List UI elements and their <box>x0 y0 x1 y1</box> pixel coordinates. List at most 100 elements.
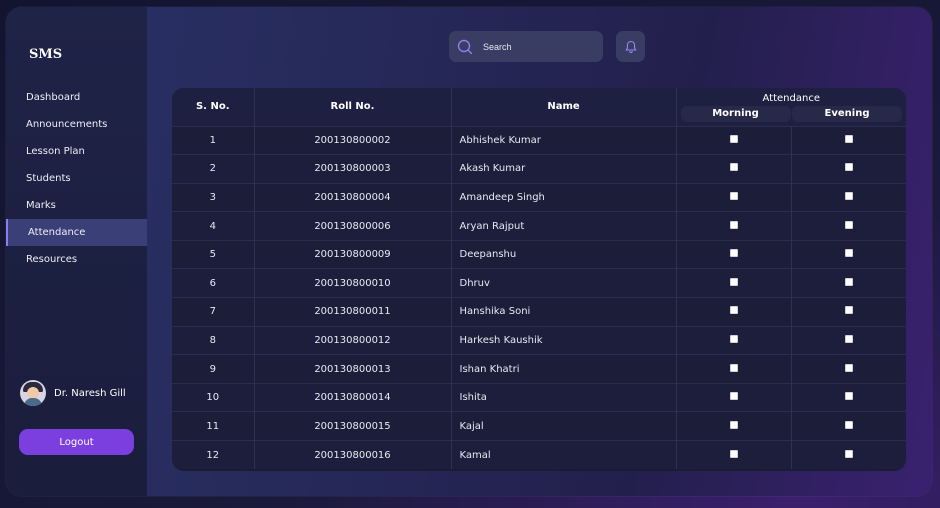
cell-roll: 200130800015 <box>254 411 452 441</box>
evening-checkbox[interactable] <box>844 220 853 229</box>
evening-checkbox[interactable] <box>844 163 853 172</box>
evening-checkbox[interactable] <box>844 449 853 458</box>
evening-checkbox[interactable] <box>844 134 853 143</box>
evening-checkbox[interactable] <box>844 191 853 200</box>
cell-morning <box>676 440 792 470</box>
morning-checkbox[interactable] <box>729 363 738 372</box>
cell-roll: 200130800012 <box>254 325 452 355</box>
header-attendance: Attendance Morning Evening <box>676 88 906 126</box>
evening-checkbox[interactable] <box>844 277 853 286</box>
table-row: 11 200130800015 Kajal <box>172 411 906 441</box>
user-profile[interactable]: Dr. Naresh Gill <box>20 380 126 406</box>
cell-evening <box>791 239 906 269</box>
cell-sno: 10 <box>172 382 255 412</box>
cell-roll: 200130800004 <box>254 182 452 212</box>
table-row: 8 200130800012 Harkesh Kaushik <box>172 325 906 355</box>
cell-roll: 200130800011 <box>254 297 452 327</box>
search-bar[interactable] <box>449 31 603 62</box>
search-input[interactable] <box>483 41 593 52</box>
cell-sno: 9 <box>172 354 255 384</box>
morning-checkbox[interactable] <box>729 392 738 401</box>
cell-name: Dhruv <box>451 268 677 298</box>
header-roll: Roll No. <box>254 88 452 126</box>
notifications-button[interactable] <box>616 31 645 62</box>
evening-checkbox[interactable] <box>844 306 853 315</box>
cell-morning <box>676 297 792 327</box>
cell-roll: 200130800014 <box>254 382 452 412</box>
logout-button[interactable]: Logout <box>19 429 134 455</box>
sidebar-item-resources[interactable]: Resources <box>6 246 147 273</box>
header-sno: S. No. <box>172 88 255 126</box>
cell-morning <box>676 182 792 212</box>
sidebar-item-dashboard[interactable]: Dashboard <box>6 84 147 111</box>
evening-checkbox[interactable] <box>844 249 853 258</box>
morning-checkbox[interactable] <box>729 420 738 429</box>
morning-checkbox[interactable] <box>729 163 738 172</box>
morning-checkbox[interactable] <box>729 334 738 343</box>
cell-name: Hanshika Soni <box>451 297 677 327</box>
table-row: 2 200130800003 Akash Kumar <box>172 154 906 184</box>
sidebar-item-lesson-plan[interactable]: Lesson Plan <box>6 138 147 165</box>
cell-name: Abhishek Kumar <box>451 125 677 155</box>
cell-sno: 1 <box>172 125 255 155</box>
header-evening: Evening <box>792 106 902 123</box>
cell-evening <box>791 440 906 470</box>
morning-checkbox[interactable] <box>729 249 738 258</box>
morning-checkbox[interactable] <box>729 220 738 229</box>
cell-name: Kamal <box>451 440 677 470</box>
bell-icon <box>625 40 636 53</box>
attendance-table: S. No. Roll No. Name Attendance Morning … <box>172 88 906 470</box>
cell-sno: 12 <box>172 440 255 470</box>
evening-checkbox[interactable] <box>844 392 853 401</box>
table-row: 7 200130800011 Hanshika Soni <box>172 297 906 327</box>
evening-checkbox[interactable] <box>844 334 853 343</box>
table-row: 12 200130800016 Kamal <box>172 440 906 470</box>
cell-evening <box>791 211 906 241</box>
cell-name: Aryan Rajput <box>451 211 677 241</box>
cell-roll: 200130800002 <box>254 125 452 155</box>
header-name: Name <box>451 88 677 126</box>
table-row: 5 200130800009 Deepanshu <box>172 239 906 269</box>
sidebar-item-students[interactable]: Students <box>6 165 147 192</box>
cell-evening <box>791 297 906 327</box>
cell-morning <box>676 325 792 355</box>
cell-sno: 4 <box>172 211 255 241</box>
sidebar-nav: Dashboard Announcements Lesson Plan Stud… <box>6 84 147 273</box>
evening-checkbox[interactable] <box>844 363 853 372</box>
cell-morning <box>676 154 792 184</box>
cell-sno: 7 <box>172 297 255 327</box>
morning-checkbox[interactable] <box>729 134 738 143</box>
cell-name: Amandeep Singh <box>451 182 677 212</box>
cell-evening <box>791 125 906 155</box>
sidebar-item-attendance[interactable]: Attendance <box>6 219 147 246</box>
morning-checkbox[interactable] <box>729 277 738 286</box>
cell-morning <box>676 125 792 155</box>
table-row: 3 200130800004 Amandeep Singh <box>172 182 906 212</box>
sidebar-item-marks[interactable]: Marks <box>6 192 147 219</box>
cell-morning <box>676 354 792 384</box>
cell-sno: 11 <box>172 411 255 441</box>
sidebar-item-announcements[interactable]: Announcements <box>6 111 147 138</box>
cell-evening <box>791 411 906 441</box>
cell-roll: 200130800013 <box>254 354 452 384</box>
morning-checkbox[interactable] <box>729 191 738 200</box>
cell-roll: 200130800010 <box>254 268 452 298</box>
evening-checkbox[interactable] <box>844 420 853 429</box>
cell-morning <box>676 239 792 269</box>
app-logo: SMS <box>29 47 63 62</box>
cell-name: Harkesh Kaushik <box>451 325 677 355</box>
cell-roll: 200130800009 <box>254 239 452 269</box>
search-icon <box>457 39 473 54</box>
cell-name: Deepanshu <box>451 239 677 269</box>
morning-checkbox[interactable] <box>729 306 738 315</box>
morning-checkbox[interactable] <box>729 449 738 458</box>
cell-evening <box>791 182 906 212</box>
table-row: 1 200130800002 Abhishek Kumar <box>172 125 906 155</box>
cell-sno: 2 <box>172 154 255 184</box>
avatar <box>20 380 46 406</box>
profile-name: Dr. Naresh Gill <box>54 387 126 399</box>
cell-evening <box>791 268 906 298</box>
table-header-row: S. No. Roll No. Name Attendance Morning … <box>172 88 906 126</box>
cell-morning <box>676 411 792 441</box>
cell-sno: 5 <box>172 239 255 269</box>
